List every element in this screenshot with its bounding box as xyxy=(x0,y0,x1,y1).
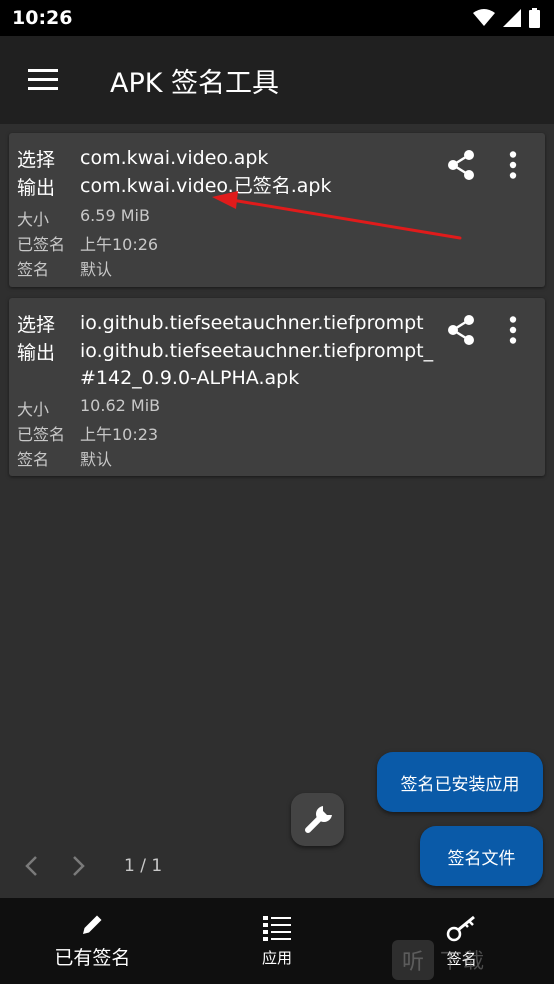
size-label: 大小 xyxy=(17,400,50,419)
output-value: io.github.tiefseetauchner.tiefprompt_ #1… xyxy=(80,338,433,392)
status-time: 10:26 xyxy=(12,7,73,29)
wrench-icon xyxy=(304,805,332,833)
output-value: com.kwai.video.已签名.apk xyxy=(80,175,332,197)
chevron-left-icon xyxy=(25,856,37,876)
watermark-logo: 听 xyxy=(392,940,434,980)
status-bar: 10:26 xyxy=(0,0,554,36)
select-row: 选择 io.github.tiefseetauchner.tiefprompt xyxy=(17,310,424,337)
nav-apps-label: 应用 xyxy=(262,948,293,967)
pager: 1 / 1 xyxy=(14,848,162,884)
more-options-button[interactable] xyxy=(495,310,531,350)
output-row: 输出 io.github.tiefseetauchner.tiefprompt_… xyxy=(17,338,433,392)
size-row: 大小 10.62 MiB xyxy=(17,396,160,420)
signal-icon xyxy=(503,9,521,27)
signed-time-value: 上午10:23 xyxy=(80,425,159,444)
share-button[interactable] xyxy=(441,145,481,185)
signed-time-label: 已签名 xyxy=(17,235,66,254)
share-icon xyxy=(448,150,474,180)
menu-button[interactable] xyxy=(0,36,86,124)
signed-time-value: 上午10:26 xyxy=(80,235,159,254)
watermark: 听 下载 xyxy=(392,940,486,980)
signed-time-row: 已签名 上午10:23 xyxy=(17,421,158,445)
output-label: 输出 xyxy=(17,177,56,199)
menu-icon xyxy=(28,69,58,90)
previous-page-button[interactable] xyxy=(14,848,48,884)
output-value-line-1: io.github.tiefseetauchner.tiefprompt_ xyxy=(80,340,434,362)
size-value: 10.62 MiB xyxy=(80,396,161,415)
share-icon xyxy=(448,315,474,345)
tools-button[interactable] xyxy=(291,793,344,846)
page-indicator: 1 / 1 xyxy=(124,856,163,876)
signed-apk-card[interactable]: 选择 com.kwai.video.apk 输出 com.kwai.video.… xyxy=(9,133,545,287)
more-vert-icon xyxy=(509,316,517,344)
nav-existing-signatures[interactable]: 已有签名 xyxy=(0,898,185,984)
signed-time-label: 已签名 xyxy=(17,425,66,444)
select-label: 选择 xyxy=(17,314,56,336)
size-label: 大小 xyxy=(17,210,50,229)
status-icons xyxy=(473,8,540,28)
sign-file-button[interactable]: 签名文件 xyxy=(420,826,543,886)
page-title: APK 签名工具 xyxy=(110,67,280,99)
more-vert-icon xyxy=(509,151,517,179)
select-label: 选择 xyxy=(17,149,56,171)
select-row: 选择 com.kwai.video.apk xyxy=(17,145,268,172)
size-value: 6.59 MiB xyxy=(80,206,150,225)
watermark-text: 下载 xyxy=(440,949,486,973)
signed-time-row: 已签名 上午10:26 xyxy=(17,231,158,255)
app-bar: APK 签名工具 xyxy=(0,36,554,124)
signature-value: 默认 xyxy=(80,260,113,279)
signature-value: 默认 xyxy=(80,450,113,469)
signature-row: 签名 默认 xyxy=(17,256,112,280)
pencil-icon xyxy=(83,915,102,934)
next-page-button[interactable] xyxy=(62,848,96,884)
output-value-line-2: #142_0.9.0-ALPHA.apk xyxy=(80,367,300,389)
key-icon xyxy=(446,915,475,941)
signature-label: 签名 xyxy=(17,450,50,469)
chevron-right-icon xyxy=(73,856,85,876)
signature-row: 签名 默认 xyxy=(17,446,112,470)
battery-icon xyxy=(529,8,540,28)
share-button[interactable] xyxy=(441,310,481,350)
size-row: 大小 6.59 MiB xyxy=(17,206,150,230)
signature-label: 签名 xyxy=(17,260,50,279)
signed-apk-card[interactable]: 选择 io.github.tiefseetauchner.tiefprompt … xyxy=(9,298,545,476)
list-icon xyxy=(263,915,291,941)
select-value: io.github.tiefseetauchner.tiefprompt xyxy=(80,312,424,334)
sign-installed-app-button[interactable]: 签名已安装应用 xyxy=(377,752,543,812)
more-options-button[interactable] xyxy=(495,145,531,185)
output-label: 输出 xyxy=(17,342,56,364)
nav-apps[interactable]: 应用 xyxy=(185,898,370,984)
nav-existing-signatures-label: 已有签名 xyxy=(54,946,131,969)
select-value: com.kwai.video.apk xyxy=(80,147,269,169)
output-row: 输出 com.kwai.video.已签名.apk xyxy=(17,173,331,200)
wifi-icon xyxy=(473,9,495,26)
